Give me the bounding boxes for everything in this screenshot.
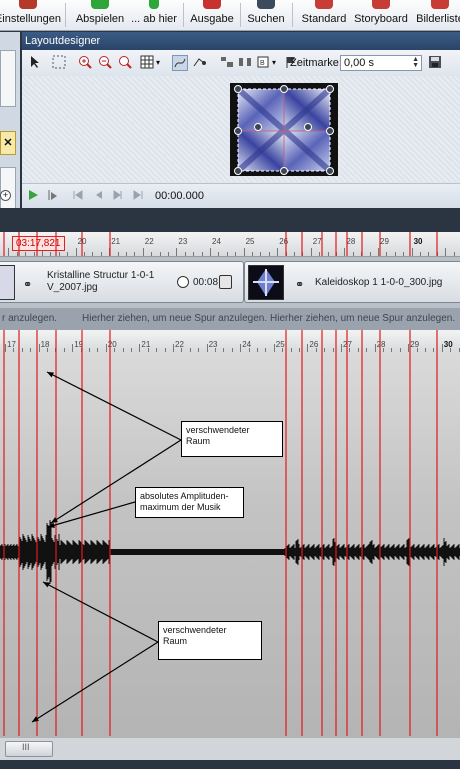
arrow-head (32, 716, 39, 722)
annotation-amplitude-maximum: absolutes Amplituden- maximum der Musik (135, 487, 244, 518)
scrollbar-thumb[interactable]: III (5, 741, 53, 757)
annotation-wasted-space-top: verschwendeter Raum (181, 421, 283, 457)
status-strip (0, 760, 460, 769)
arrow-head (51, 517, 58, 523)
annotation-arrow (42, 581, 159, 643)
annotation-wasted-space-bottom: verschwendeter Raum (158, 621, 262, 660)
horizontal-scrollbar[interactable] (0, 738, 460, 760)
annotation-arrow (46, 371, 182, 441)
audio-waveform (0, 520, 460, 584)
annotation-arrow (31, 641, 159, 723)
annotation-arrow (47, 501, 136, 528)
